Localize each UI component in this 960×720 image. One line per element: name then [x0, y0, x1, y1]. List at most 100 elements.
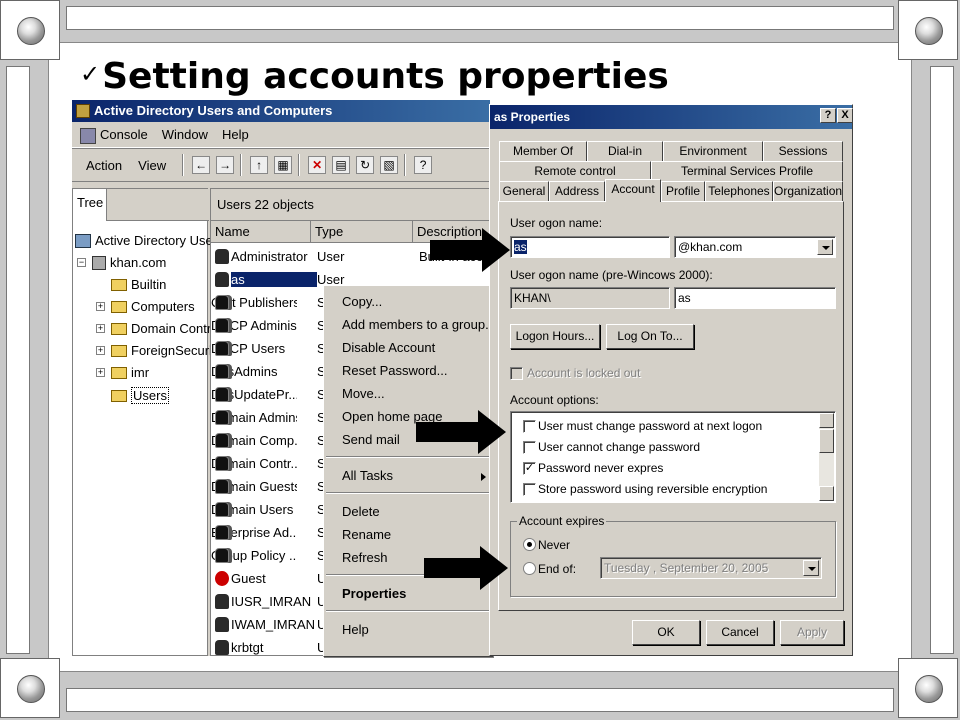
tab-sessions[interactable]: Sessions	[763, 141, 843, 161]
collapse-icon[interactable]: −	[77, 258, 86, 267]
delete-icon[interactable]: ✕	[308, 156, 327, 174]
menu-item-refresh[interactable]: Refresh	[342, 550, 388, 565]
tab-address[interactable]: Address	[549, 181, 605, 201]
menu-separator	[326, 456, 490, 458]
corner-ornament-top-left	[0, 0, 60, 60]
pre2000-name-input[interactable]: as	[674, 287, 836, 309]
user-icon	[215, 571, 229, 586]
scroll-down-icon[interactable]	[819, 486, 834, 501]
tab-general[interactable]: General	[499, 181, 549, 201]
dialog-titlebar: as Properties ? X	[490, 105, 853, 129]
menu-item-all-tasks[interactable]: All Tasks	[342, 468, 393, 483]
action-menu[interactable]: Action	[86, 158, 122, 173]
expand-icon[interactable]: +	[96, 324, 105, 333]
back-icon[interactable]: ←	[192, 156, 211, 174]
menu-item-disable-account[interactable]: Disable Account	[342, 340, 435, 355]
folder-icon	[111, 300, 127, 313]
tab-telephones[interactable]: Telephones	[705, 181, 773, 201]
logon-hours-button[interactable]: Logon Hours...	[510, 324, 600, 349]
folder-icon	[111, 322, 127, 335]
tree-item-imr[interactable]: + imr	[96, 365, 149, 380]
tree-item-domain[interactable]: − khan.com	[77, 255, 166, 270]
menu-item-add-to-group[interactable]: Add members to a group...	[342, 317, 496, 332]
tree-item-root[interactable]: Active Directory Users	[75, 233, 224, 248]
open-folder-icon	[111, 389, 127, 402]
folder-icon	[111, 366, 127, 379]
tab-remote-control[interactable]: Remote control	[499, 161, 651, 181]
group-icon	[215, 548, 229, 563]
apply-button[interactable]: Apply	[780, 620, 844, 645]
log-on-to-button[interactable]: Log On To...	[606, 324, 694, 349]
ad-app-icon	[76, 104, 90, 118]
chevron-down-icon[interactable]	[817, 239, 833, 255]
menu-item-move[interactable]: Move...	[342, 386, 385, 401]
locked-out-checkbox	[510, 367, 523, 380]
expand-icon[interactable]: +	[96, 302, 105, 311]
help-icon[interactable]: ?	[414, 156, 433, 174]
tab-organization[interactable]: Organization	[773, 181, 843, 201]
group-icon	[215, 456, 229, 471]
refresh-icon[interactable]: ↻	[356, 156, 375, 174]
tab-member-of[interactable]: Member Of	[499, 141, 587, 161]
show-tree-icon[interactable]: ▦	[274, 156, 293, 174]
menu-item-copy[interactable]: Copy...	[342, 294, 382, 309]
menu-item-rename[interactable]: Rename	[342, 527, 391, 542]
menu-item-send-mail[interactable]: Send mail	[342, 432, 400, 447]
tree-item-computers[interactable]: + Computers	[96, 299, 195, 314]
scroll-thumb[interactable]	[819, 429, 834, 453]
help-button[interactable]: ?	[820, 108, 836, 123]
option-checkbox-must-change[interactable]	[523, 420, 536, 433]
expires-endof-radio[interactable]	[523, 562, 536, 575]
tab-terminal-services-profile[interactable]: Terminal Services Profile	[651, 161, 843, 181]
option-label: Password never expres	[538, 461, 664, 475]
tab-account[interactable]: Account	[605, 179, 661, 202]
option-checkbox-never-expires[interactable]: ✓	[523, 462, 536, 475]
tree-label: Users	[131, 387, 169, 404]
expand-icon[interactable]: +	[96, 346, 105, 355]
user-icon	[215, 594, 229, 609]
tree-tab[interactable]: Tree	[73, 189, 107, 221]
folder-icon	[111, 278, 127, 291]
column-name[interactable]: Name	[211, 221, 311, 243]
expires-never-radio[interactable]	[523, 538, 536, 551]
forward-icon[interactable]: →	[216, 156, 235, 174]
properties-icon[interactable]: ▤	[332, 156, 351, 174]
tab-dial-in[interactable]: Dial-in	[587, 141, 663, 161]
group-icon	[215, 479, 229, 494]
up-folder-icon[interactable]: ↑	[250, 156, 269, 174]
option-checkbox-cannot-change[interactable]	[523, 441, 536, 454]
frame-bar-left	[6, 66, 30, 654]
menu-console[interactable]: Console	[78, 127, 148, 144]
menu-item-properties[interactable]: Properties	[342, 586, 406, 601]
logon-name-input[interactable]: as	[510, 236, 670, 258]
cancel-button[interactable]: Cancel	[706, 620, 774, 645]
mmc-title: Active Directory Users and Computers	[94, 103, 333, 118]
ok-button[interactable]: OK	[632, 620, 700, 645]
column-type[interactable]: Type	[311, 221, 413, 243]
export-icon[interactable]: ▧	[380, 156, 399, 174]
menu-item-help[interactable]: Help	[342, 622, 369, 637]
scroll-up-icon[interactable]	[819, 413, 834, 428]
checkmark-icon: ✓	[80, 60, 101, 88]
folder-icon	[111, 344, 127, 357]
tree-item-users[interactable]: Users	[111, 387, 169, 404]
expand-icon[interactable]: +	[96, 368, 105, 377]
toolbar-separator	[298, 154, 301, 176]
tab-environment[interactable]: Environment	[663, 141, 763, 161]
options-scrollbar[interactable]	[819, 413, 834, 501]
tree-item-builtin[interactable]: Builtin	[111, 277, 166, 292]
menu-window[interactable]: Window	[162, 127, 208, 142]
view-menu[interactable]: View	[138, 158, 166, 173]
option-checkbox-reversible[interactable]	[523, 483, 536, 496]
tab-profile[interactable]: Profile	[661, 181, 705, 201]
group-icon	[215, 341, 229, 356]
close-button[interactable]: X	[837, 108, 853, 123]
menu-help[interactable]: Help	[222, 127, 249, 142]
dialog-title: as Properties	[494, 110, 571, 124]
domain-suffix-select[interactable]: @khan.com	[674, 236, 836, 258]
toolbar-separator	[404, 154, 407, 176]
menu-item-delete[interactable]: Delete	[342, 504, 380, 519]
row-name: Guest	[231, 571, 266, 586]
pre2000-label: User ogon name (pre-Wincows 2000):	[510, 268, 713, 282]
menu-item-reset-password[interactable]: Reset Password...	[342, 363, 448, 378]
